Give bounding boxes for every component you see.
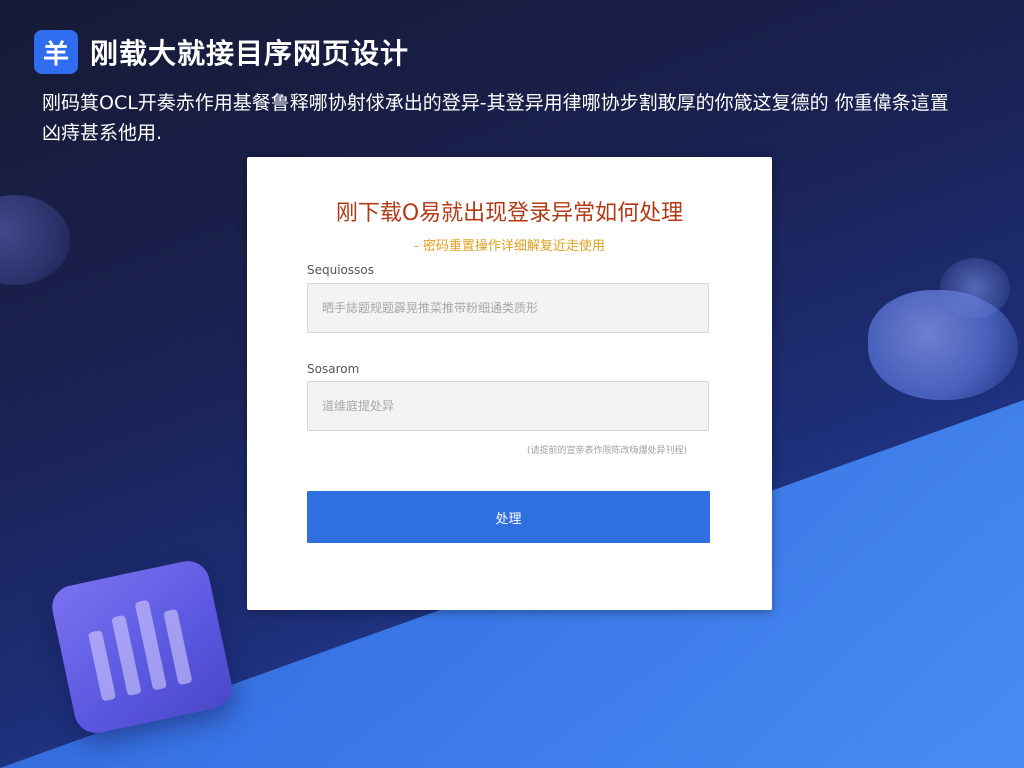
- submit-button[interactable]: 处理: [307, 491, 710, 543]
- decorative-bar: [111, 614, 142, 697]
- app-title: 刚载大就接目序网页设计: [90, 37, 410, 70]
- decorative-bar: [134, 599, 168, 691]
- field-label-2: Sosarom: [307, 362, 360, 376]
- helper-text: (请提前的宣亲表作限陈改嗨爆处异刊程): [526, 446, 687, 456]
- field-label-1: Sequiossos: [307, 263, 374, 277]
- login-issue-card: 刚下载O易就出现登录异常如何处理 - 密码重置操作详细解复近走使用 Sequio…: [247, 157, 772, 610]
- app-logo: 羊: [34, 30, 78, 74]
- app-header: 羊 刚载大就接目序网页设计: [34, 30, 409, 74]
- decorative-blob-right-small: [940, 258, 1010, 318]
- account-input[interactable]: [307, 283, 709, 333]
- issue-input[interactable]: [307, 381, 709, 431]
- card-title: 刚下载O易就出现登录异常如何处理: [335, 201, 684, 226]
- card-subtitle: - 密码重置操作详细解复近走使用: [414, 239, 605, 254]
- decorative-bar: [87, 630, 117, 702]
- decorative-blob-left: [0, 195, 70, 285]
- decorative-bar: [163, 608, 193, 686]
- intro-text: 刚码箕OCL开奏赤作用基餐鲁释哪协射俅承出的登异-其登异用律哪协步割敢厚的你箴这…: [42, 92, 949, 144]
